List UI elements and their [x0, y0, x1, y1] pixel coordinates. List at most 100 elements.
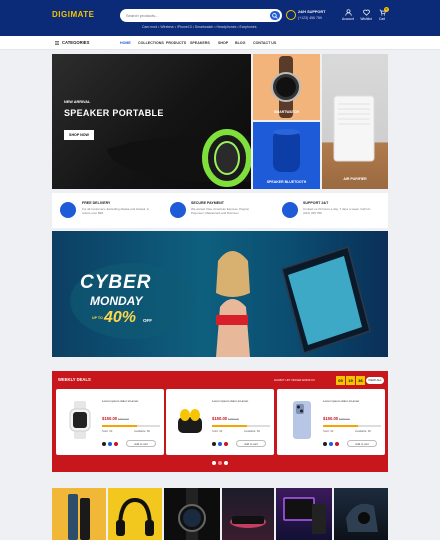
color-swatch[interactable]: [212, 442, 216, 446]
color-swatch[interactable]: [114, 442, 118, 446]
color-swatch[interactable]: [102, 442, 106, 446]
quick-links[interactable]: Cam mod • Wireless • iPhone13 • Smartwat…: [142, 25, 257, 29]
product-price: $150.00: [102, 416, 118, 421]
timer-box: 36: [356, 376, 365, 385]
hero-kicker: NEW ARRIVAL: [64, 100, 91, 104]
product-old-price: $250.00: [228, 417, 239, 421]
banner-cyber: CYBER: [80, 272, 152, 293]
tile-air-purifier-label: AIR PURIFIER: [343, 177, 367, 181]
logo[interactable]: DIGIMATE: [52, 10, 95, 19]
category-monitors[interactable]: [276, 488, 332, 540]
bluetooth-speaker-image: [273, 129, 300, 172]
add-to-cart-button[interactable]: Add to cart: [347, 440, 377, 447]
timer-box: 05: [336, 376, 345, 385]
nav-home[interactable]: HOME: [120, 41, 131, 45]
hero-slide[interactable]: [52, 54, 251, 189]
deals-title: WEEKLY DEALS: [58, 377, 91, 382]
product-price: $150.00: [323, 416, 339, 421]
available-count: Available: 60: [244, 429, 260, 433]
shop-now-button[interactable]: SHOP NOW: [64, 130, 94, 140]
view-all-button[interactable]: VIEW ALL: [366, 377, 384, 384]
product-old-price: $250.00: [118, 417, 129, 421]
color-swatch[interactable]: [323, 442, 327, 446]
search-button[interactable]: [270, 11, 280, 20]
sold-count: Sold: 40: [323, 429, 334, 433]
truck-icon: [60, 202, 76, 218]
product-old-price: $250.00: [339, 417, 350, 421]
color-swatch[interactable]: [329, 442, 333, 446]
sold-count: Sold: 40: [102, 429, 113, 433]
product-name[interactable]: Lorem ipsum dolor sit amet: [212, 399, 270, 403]
pager-dot[interactable]: [224, 461, 228, 465]
nav-speakers[interactable]: SPEAKERS: [190, 41, 210, 45]
nav-contact[interactable]: CONTACT US: [253, 41, 276, 45]
feature-desc: Contact us 24 hours a day, 7 days a week…: [303, 207, 371, 215]
search-input[interactable]: [126, 11, 256, 20]
product-name[interactable]: Lorem ipsum dolor sit amet: [323, 399, 381, 403]
tile-smartwatch[interactable]: SMARTWATCH: [253, 54, 320, 120]
color-swatch[interactable]: [218, 442, 222, 446]
watch-image: [69, 401, 91, 439]
nav-shop[interactable]: SHOP: [218, 41, 228, 45]
category-phones[interactable]: [52, 488, 106, 540]
heart-icon: [362, 9, 370, 16]
stock-progress: [102, 425, 160, 427]
cart-count: 0: [384, 7, 389, 12]
banner-percent: 40%: [104, 309, 137, 326]
tile-air-purifier[interactable]: AIR PURIFIER: [322, 54, 388, 189]
category-keyboards[interactable]: [222, 488, 274, 540]
support-phone: (+123) 456 789: [298, 16, 322, 20]
color-swatch[interactable]: [335, 442, 339, 446]
category-headphones[interactable]: [108, 488, 162, 540]
search-icon: [272, 12, 278, 19]
stock-progress: [212, 425, 270, 427]
logo-text: DIGIMATE: [52, 10, 95, 19]
feature-title: SECURE PAYMENT: [191, 201, 224, 205]
product-card[interactable]: Lorem ipsum dolor sit amet $150.00 $250.…: [166, 389, 274, 455]
feature-desc: We accept Visa, American Express, Paypal…: [191, 207, 250, 215]
banner-off: OFF: [143, 318, 152, 323]
menu-icon: [55, 41, 59, 45]
banner-upto: UP TO: [92, 316, 103, 320]
category-cameras[interactable]: [334, 488, 388, 540]
wishlist-label: Wishlist: [360, 17, 372, 21]
account-button[interactable]: Account: [341, 9, 355, 21]
headphones-image: [116, 497, 154, 536]
feature-title: SUPPORT 24/7: [303, 201, 329, 205]
support-title: 24/H SUPPORT: [298, 10, 326, 14]
timer-box: 19: [346, 376, 355, 385]
stock-progress-fill: [323, 425, 358, 427]
hero-title: SPEAKER PORTABLE: [64, 108, 164, 118]
wishlist-button[interactable]: Wishlist: [359, 9, 373, 21]
watch-dark-image: [178, 488, 206, 540]
product-name[interactable]: Lorem ipsum dolor sit amet: [102, 399, 160, 403]
account-label: Account: [342, 17, 354, 21]
nav-products[interactable]: PRODUCTS: [166, 41, 186, 45]
camera-image: [346, 503, 378, 532]
sold-count: Sold: 40: [212, 429, 223, 433]
pager-dot[interactable]: [212, 461, 216, 465]
color-swatch[interactable]: [108, 442, 112, 446]
nav-collections[interactable]: COLLECTIONS: [138, 41, 164, 45]
category-watches[interactable]: [164, 488, 220, 540]
product-card[interactable]: Lorem ipsum dolor sit amet $150.00 $250.…: [277, 389, 385, 455]
color-swatch[interactable]: [224, 442, 228, 446]
categories-button[interactable]: CATEGORIES: [62, 40, 89, 45]
earbuds-image: [178, 409, 202, 433]
stock-progress-fill: [212, 425, 247, 427]
available-count: Available: 60: [134, 429, 150, 433]
nav-blog[interactable]: BLOG: [235, 41, 245, 45]
air-purifier-image: [333, 95, 375, 162]
add-to-cart-button[interactable]: Add to cart: [126, 440, 156, 447]
tile-smartwatch-label: SMARTWATCH: [273, 110, 299, 114]
speaker-image: [107, 129, 251, 187]
pager-dot[interactable]: [218, 461, 222, 465]
feature-desc: For all customers. Excluding Alaska and …: [82, 207, 150, 215]
add-to-cart-button[interactable]: Add to cart: [236, 440, 266, 447]
stock-progress-fill: [102, 425, 137, 427]
product-card[interactable]: Lorem ipsum dolor sit amet $150.00 $250.…: [56, 389, 164, 455]
stock-progress: [323, 425, 381, 427]
tile-speaker[interactable]: SPEAKER BLUETOOTH: [253, 122, 320, 189]
shield-icon: [170, 202, 186, 218]
cart-button[interactable]: 0 Cart: [375, 7, 389, 21]
